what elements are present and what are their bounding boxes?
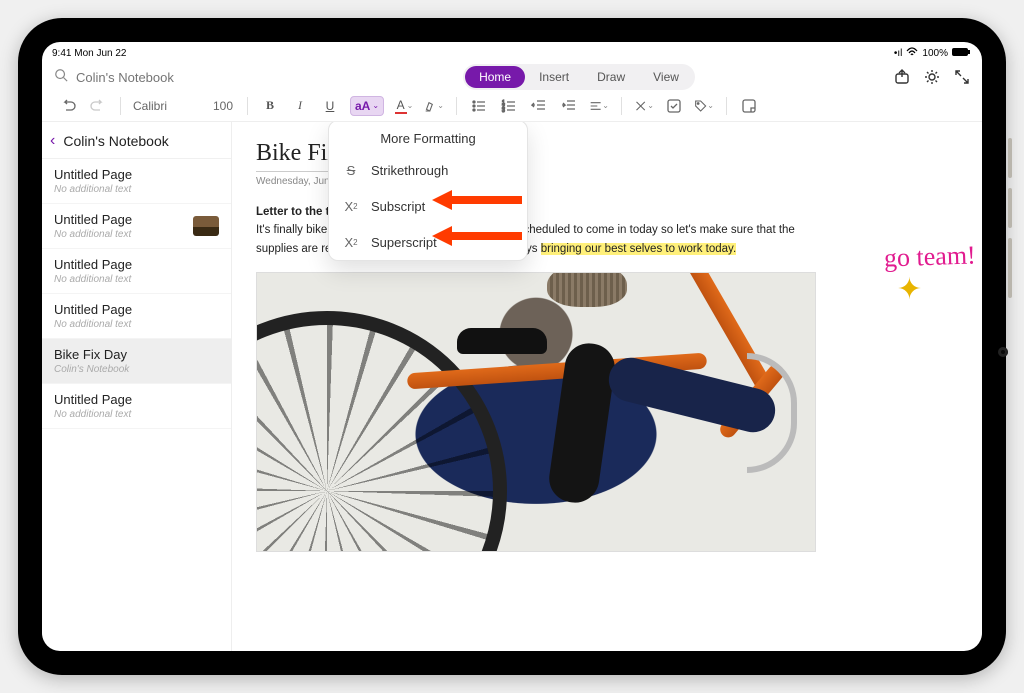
more-formatting-icon: aA (355, 99, 370, 113)
sidebar-header: ‹ Colin's Notebook (42, 122, 231, 159)
strikethrough-icon: S (343, 162, 359, 178)
battery-pct: 100% (922, 48, 948, 59)
side-button (1008, 188, 1012, 228)
screen: 9:41 Mon Jun 22 •ıl 100% (42, 42, 982, 651)
sidebar-item-sub: No additional text (54, 274, 132, 285)
menu-item-label: Superscript (371, 235, 437, 250)
font-size-select[interactable]: 100 (213, 99, 235, 113)
highlight-button[interactable]: ⌄ (424, 96, 444, 116)
share-icon[interactable] (894, 69, 910, 85)
page-thumbnail (193, 216, 219, 236)
outdent-button[interactable] (529, 96, 549, 116)
wifi-icon (906, 47, 918, 60)
content-area: ‹ Colin's Notebook Untitled Page No addi… (42, 122, 982, 651)
status-bar: 9:41 Mon Jun 22 •ıl 100% (42, 42, 982, 62)
tab-home[interactable]: Home (465, 66, 525, 88)
undo-button[interactable] (58, 96, 78, 116)
underline-button[interactable]: U (320, 96, 340, 116)
tab-draw[interactable]: Draw (583, 66, 639, 88)
status-indicators: •ıl 100% (894, 47, 972, 60)
front-camera (998, 347, 1008, 357)
subscript-icon: X2 (343, 198, 359, 214)
sidebar-item-title: Untitled Page (54, 392, 132, 407)
sidebar-item-sub: No additional text (54, 319, 132, 330)
font-name-select[interactable]: Calibri (133, 99, 203, 113)
italic-button[interactable]: I (290, 96, 310, 116)
status-time-date: 9:41 Mon Jun 22 (52, 48, 127, 59)
sidebar-item-sub: No additional text (54, 409, 132, 420)
sidebar-item[interactable]: Untitled Page No additional text (42, 249, 231, 294)
notebook-title: Colin's Notebook (63, 133, 168, 149)
note-button[interactable] (739, 96, 759, 116)
styles-button[interactable]: ⌄ (634, 96, 654, 116)
search-input[interactable] (76, 70, 246, 85)
indent-button[interactable] (559, 96, 579, 116)
sidebar-item-sub: No additional text (54, 229, 132, 240)
bold-button[interactable]: B (260, 96, 280, 116)
svg-text:3: 3 (502, 108, 505, 114)
bullet-list-button[interactable] (469, 96, 489, 116)
sidebar-item-title: Untitled Page (54, 167, 132, 182)
font-color-button[interactable]: A⌄ (394, 96, 414, 116)
tab-view[interactable]: View (639, 66, 693, 88)
sidebar-item[interactable]: Untitled Page No additional text (42, 294, 231, 339)
ipad-frame: 9:41 Mon Jun 22 •ıl 100% (18, 18, 1006, 675)
menu-item-label: Strikethrough (371, 163, 448, 178)
more-formatting-button[interactable]: aA ⌄ (350, 96, 384, 116)
app-header: Home Insert Draw View (42, 62, 982, 92)
menu-item-strikethrough[interactable]: S Strikethrough (329, 152, 527, 188)
sidebar-item[interactable]: Untitled Page No additional text (42, 159, 231, 204)
sidebar-item[interactable]: Untitled Page No additional text (42, 384, 231, 429)
ink-annotation-text[interactable]: go team! (884, 240, 977, 273)
sidebar-item-title: Untitled Page (54, 212, 132, 227)
sidebar-item-title: Untitled Page (54, 302, 132, 317)
fullscreen-icon[interactable] (954, 69, 970, 85)
menu-item-label: Subscript (371, 199, 425, 214)
chevron-down-icon: ⌄ (372, 101, 379, 110)
page-sidebar: ‹ Colin's Notebook Untitled Page No addi… (42, 122, 232, 651)
tab-insert[interactable]: Insert (525, 66, 583, 88)
sidebar-item-title: Untitled Page (54, 257, 132, 272)
battery-icon (952, 47, 972, 60)
number-list-button[interactable]: 123 (499, 96, 519, 116)
superscript-icon: X2 (343, 234, 359, 250)
back-button[interactable]: ‹ (50, 132, 55, 150)
annotation-arrow-subscript (432, 190, 522, 210)
note-image[interactable] (256, 272, 816, 552)
menu-title: More Formatting (329, 122, 527, 152)
search-icon (54, 68, 68, 87)
redo-button[interactable] (88, 96, 108, 116)
settings-icon[interactable] (924, 69, 940, 85)
search-field[interactable] (54, 68, 264, 87)
side-button (1008, 138, 1012, 178)
ribbon-tabs: Home Insert Draw View (272, 64, 886, 90)
todo-button[interactable] (664, 96, 684, 116)
signal-icon: •ıl (894, 48, 903, 59)
tag-button[interactable]: ⌄ (694, 96, 714, 116)
sidebar-item-sub: No additional text (54, 184, 132, 195)
annotation-arrow-superscript (432, 226, 522, 246)
side-button (1008, 238, 1012, 298)
sidebar-item-title: Bike Fix Day (54, 347, 129, 362)
sidebar-item-active[interactable]: Bike Fix Day Colin's Notebook (42, 339, 231, 384)
note-canvas[interactable]: Bike Fix Day Wednesday, June Letter to t… (232, 122, 982, 651)
sidebar-item[interactable]: Untitled Page No additional text (42, 204, 231, 249)
sidebar-item-sub: Colin's Notebook (54, 364, 129, 375)
para-highlighted: bringing our best selves to work today. (541, 243, 736, 255)
ink-annotation-star-icon[interactable]: ✦ (897, 272, 922, 307)
align-button[interactable]: ⌄ (589, 96, 609, 116)
formatting-toolbar: Calibri 100 B I U aA ⌄ A⌄ ⌄ 123 ⌄ ⌄ ⌄ (42, 92, 982, 122)
